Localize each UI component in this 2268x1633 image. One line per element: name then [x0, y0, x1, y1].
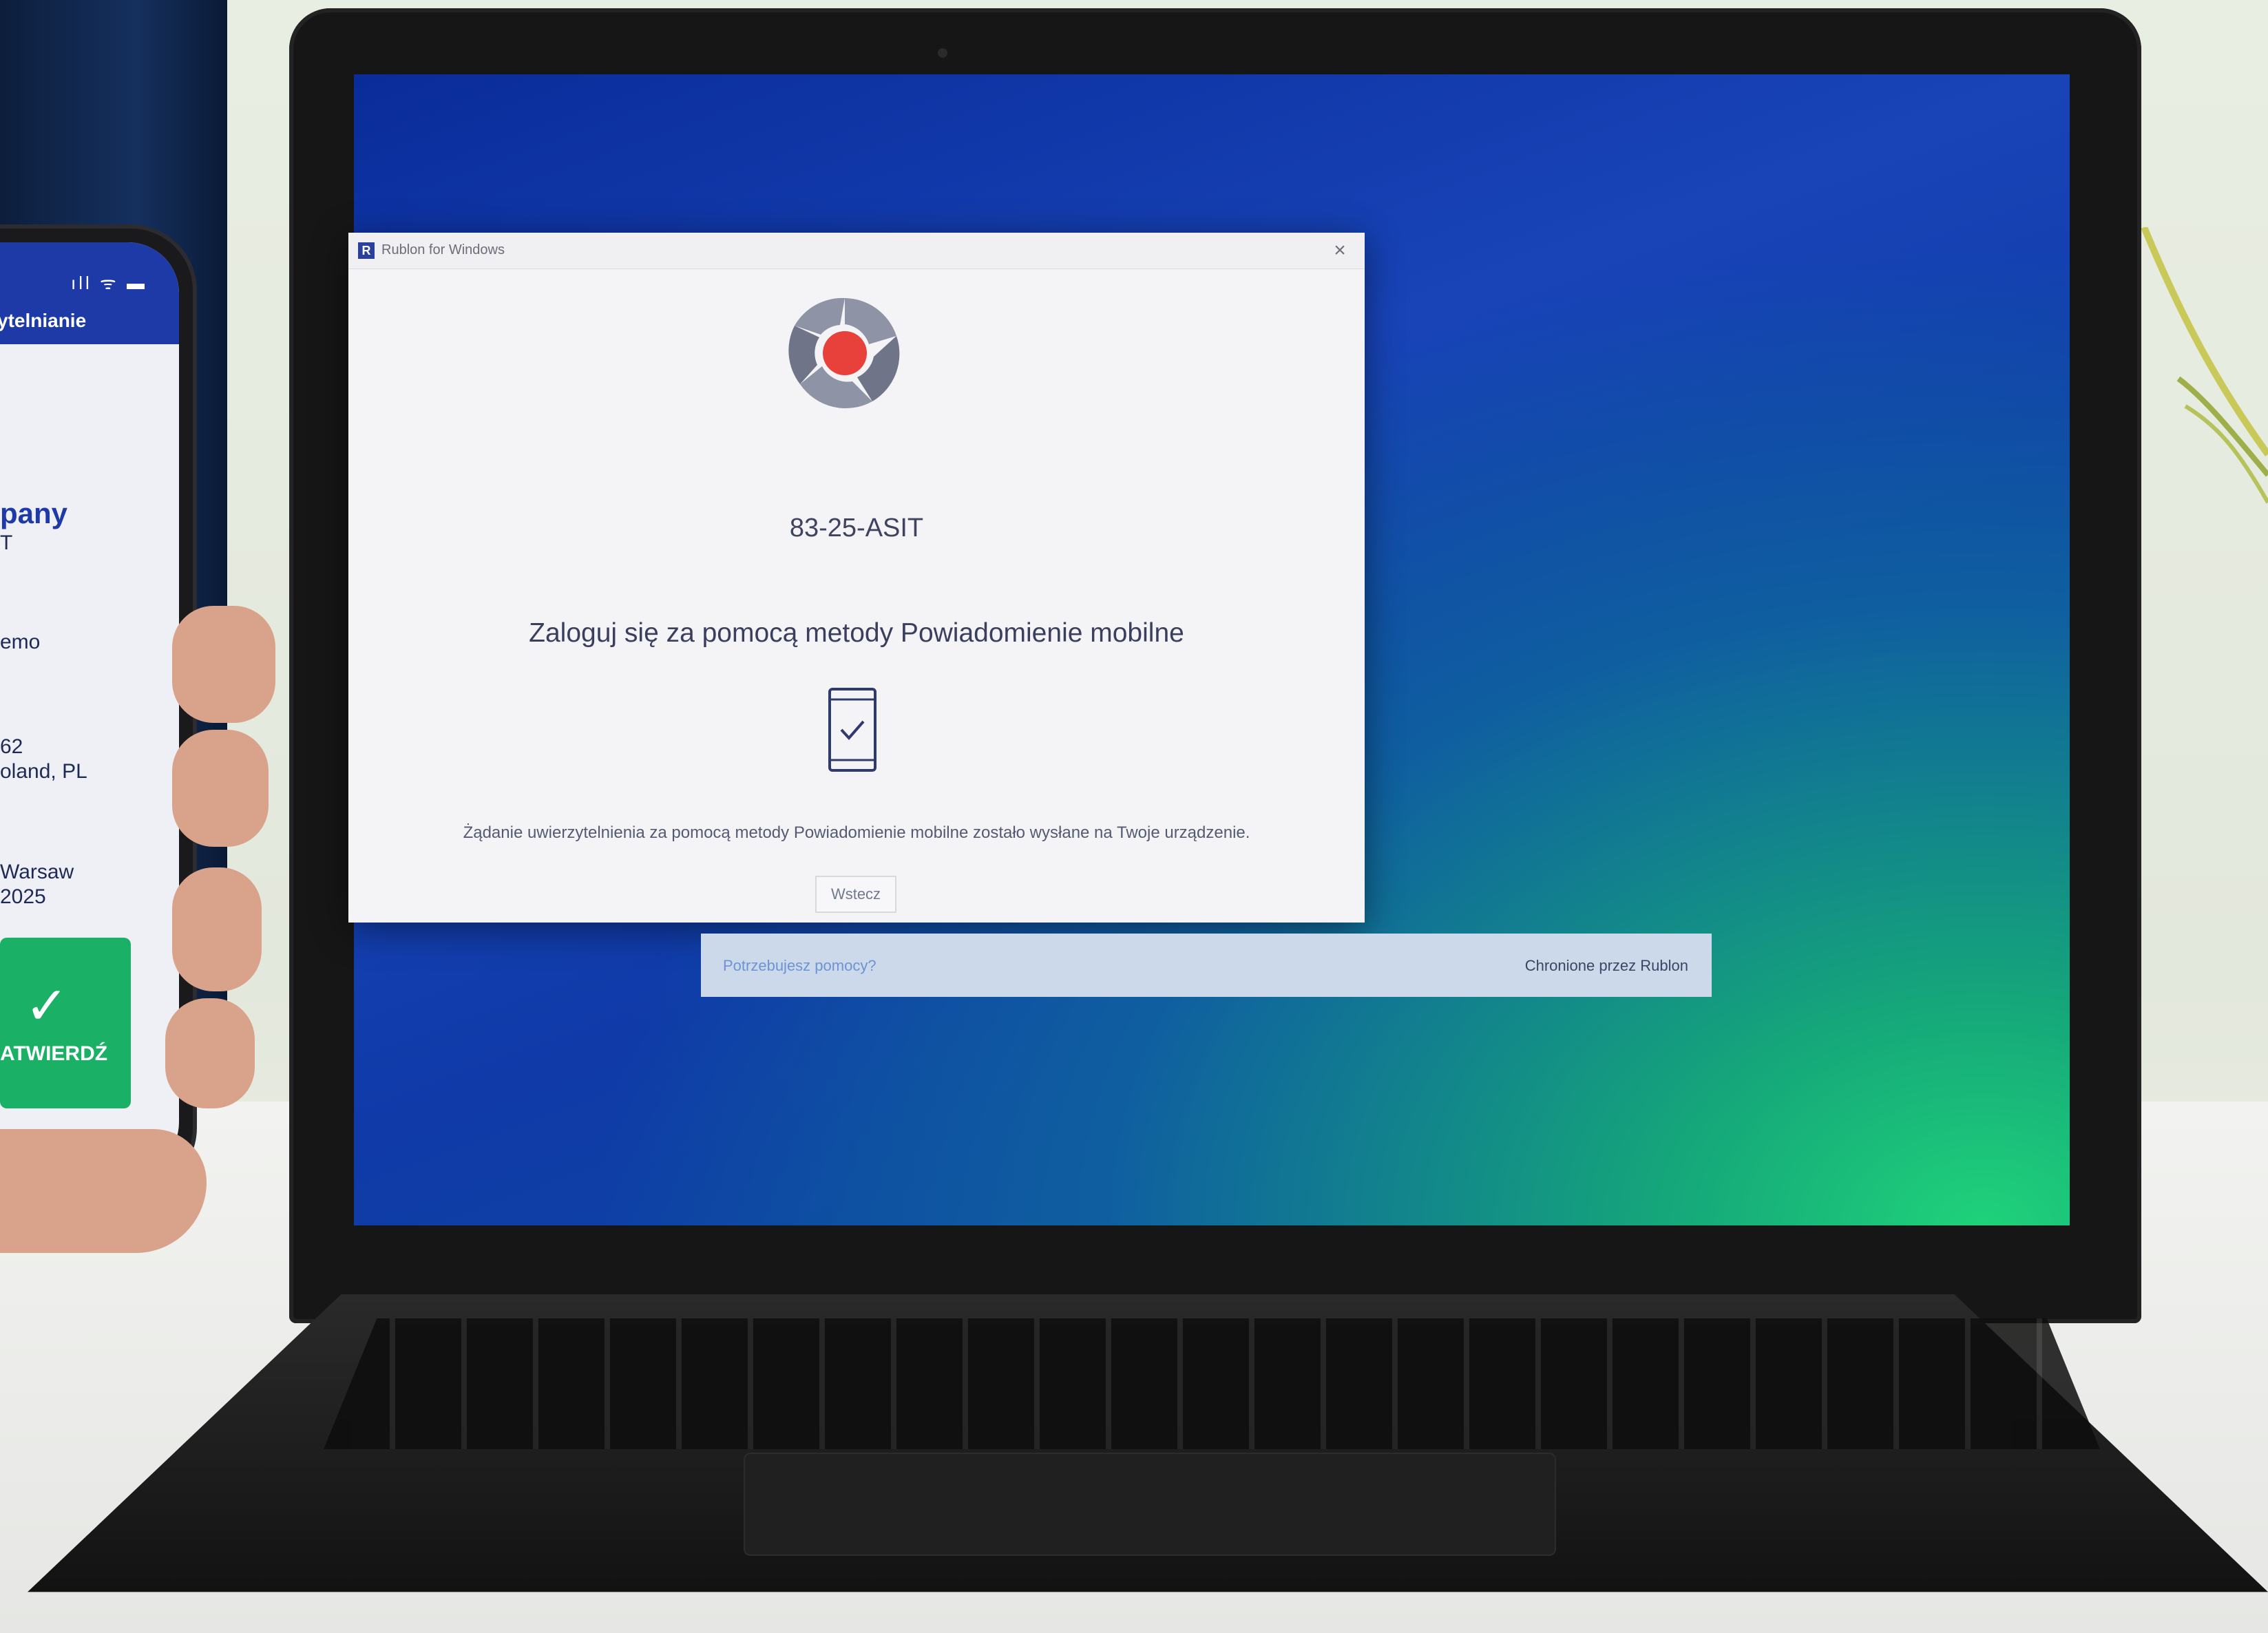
company-subtitle: T: [0, 531, 13, 554]
phone-screen: ıll ᯤ ▬ ytelnianie pany T emo 62 oland, …: [0, 242, 179, 1173]
title-bar: R Rublon for Windows ×: [348, 233, 1365, 269]
close-button[interactable]: ×: [1326, 237, 1354, 264]
window-title: Rublon for Windows: [381, 242, 505, 257]
footer-bar: Potrzebujesz pomocy? Chronione przez Rub…: [701, 934, 1712, 997]
timezone-city: Warsaw: [0, 861, 74, 883]
status-message: Żądanie uwierzytelnienia za pomocą metod…: [463, 823, 1250, 842]
hand-finger: [172, 730, 269, 847]
powered-by-label: Chronione przez Rublon: [1524, 957, 1688, 974]
keyboard: [324, 1318, 2100, 1449]
rublon-logo-icon: [788, 297, 900, 409]
mobile-check-icon: [828, 688, 876, 772]
date: 2025: [0, 885, 46, 908]
hand-palm: [0, 1129, 207, 1253]
hand-finger: [165, 998, 255, 1108]
hand-finger: [172, 867, 262, 991]
rublon-app-icon: R: [358, 242, 375, 259]
page-title: Zaloguj się za pomocą metody Powiadomien…: [529, 618, 1184, 648]
rublon-dialog: R Rublon for Windows × 83-25-ASIT Zalogu…: [348, 233, 1365, 923]
approve-label: ATWIERDŹ: [0, 1042, 108, 1065]
webcam: [938, 48, 947, 58]
hand-finger: [172, 606, 275, 723]
status-bar-icons: ıll ᯤ ▬: [71, 273, 147, 293]
trackpad[interactable]: [744, 1453, 1556, 1556]
help-link[interactable]: Potrzebujesz pomocy?: [723, 957, 876, 975]
ip-address: 62: [0, 735, 23, 758]
approve-button[interactable]: ✓ ATWIERDŹ: [0, 938, 131, 1108]
company-name: pany: [0, 497, 68, 529]
location: oland, PL: [0, 760, 87, 783]
phone-title: ytelnianie: [0, 310, 87, 331]
app-name: emo: [0, 631, 41, 653]
check-icon: ✓: [25, 977, 69, 1035]
back-button[interactable]: Wstecz: [815, 876, 896, 913]
phone-header: ıll ᯤ ▬ ytelnianie: [0, 242, 179, 344]
device-code: 83-25-ASIT: [789, 514, 924, 542]
